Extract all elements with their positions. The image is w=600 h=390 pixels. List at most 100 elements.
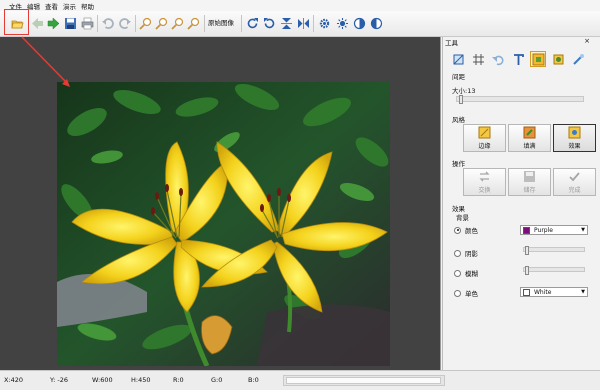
toolbar-divider [135,15,136,32]
effect-icon [553,54,563,64]
done-button[interactable]: 完成 [553,168,596,196]
radio-color-label: 颜色 [465,227,478,235]
watermark-icon [572,53,584,65]
panel-close-button[interactable]: × [584,37,590,45]
edge-icon [478,126,491,139]
zoom-fit-button[interactable] [169,15,185,31]
toolbar-divider [313,15,314,32]
fill-icon [523,126,536,139]
color-dropdown[interactable]: Purple ▼ [520,225,588,235]
toolbar-divider [204,15,205,32]
style-heading: 风格 [452,116,465,124]
contrast-button[interactable] [351,15,367,31]
previous-image-button[interactable] [29,15,45,31]
redo-icon [118,17,131,29]
size-label: 大小:13 [452,87,476,95]
chevron-down-icon: ▼ [581,227,585,233]
undo-button[interactable] [100,15,116,31]
status-x: X:420 [4,376,24,384]
contrast-icon [353,17,365,29]
crop-icon [453,54,463,64]
magnifier-minus-icon [154,17,167,30]
redo-button[interactable] [116,15,132,31]
printer-icon [81,17,93,29]
rotate-left-button[interactable] [261,15,277,31]
radio-mono[interactable]: 单色 [454,288,478,298]
done-label: 完成 [568,187,581,194]
effect-label: 效果 [568,143,581,150]
arrow-right-icon [47,16,59,30]
image-canvas[interactable] [0,37,441,370]
blur-slider[interactable] [523,266,585,275]
swap-icon [479,171,490,182]
store-button[interactable]: 储存 [508,168,551,196]
magic-wand-icon [568,126,581,139]
radio-shadow-dot[interactable] [454,249,461,257]
flip-vertical-button[interactable] [278,15,294,31]
highlight-box [4,9,29,35]
radio-blur[interactable]: 模糊 [454,268,478,278]
fill-button[interactable]: 填满 [508,124,551,152]
status-y: Y: -26 [50,376,68,384]
rotate-cw-icon [247,17,258,28]
effect-tool[interactable] [550,51,566,67]
radio-shadow[interactable]: 阴影 [454,248,478,258]
tool-panel: 工具 × 间距 大小:13 风格 边缘 填满 效果 操作 交换 储存 完成 效果… [442,37,600,370]
menu-help[interactable]: 帮助 [81,1,94,11]
radio-blur-dot[interactable] [454,269,461,277]
mono-color-dropdown[interactable]: White ▼ [520,287,588,297]
grid-tool[interactable] [470,51,486,67]
flip-horizontal-button[interactable] [295,15,311,31]
status-width: W:600 [92,376,113,384]
operations-button-row: 交换 储存 完成 [463,168,596,196]
radio-color-dot[interactable] [454,226,461,234]
horizontal-scrollbar[interactable] [283,375,445,386]
magnifier-actual-icon [186,17,199,30]
toolbar: 原始图像 [0,11,600,37]
text-tool[interactable] [510,51,526,67]
color-swatch [523,226,530,234]
original-image-button[interactable]: 原始图像 [208,17,234,30]
swap-label: 交换 [478,187,491,194]
menu-slideshow[interactable]: 演示 [63,1,76,11]
checkmark-icon [569,172,580,182]
next-image-button[interactable] [45,15,61,31]
magnifier-fit-icon [170,17,183,30]
radio-color[interactable]: 颜色 [454,225,478,235]
style-button-row: 边缘 填满 效果 [463,124,596,152]
scrollbar-thumb[interactable] [286,377,441,384]
shadow-slider[interactable] [523,246,585,255]
print-button[interactable] [79,15,95,31]
shadow-slider-thumb[interactable] [525,246,529,255]
frame-icon [532,53,544,65]
zoom-actual-button[interactable] [185,15,201,31]
fill-label: 填满 [523,143,536,150]
rotate-right-button[interactable] [244,15,260,31]
radio-mono-dot[interactable] [454,289,461,297]
size-slider-thumb[interactable] [459,95,463,104]
save-disk-icon [524,171,535,182]
crop-tool[interactable] [450,51,466,67]
frame-tool[interactable] [530,51,546,67]
swap-button[interactable]: 交换 [463,168,506,196]
save-button[interactable] [62,15,78,31]
blur-slider-thumb[interactable] [525,266,529,275]
settings-button[interactable] [316,15,332,31]
toolbar-divider [241,15,242,32]
zoom-out-button[interactable] [153,15,169,31]
size-slider[interactable] [456,95,584,104]
brightness-button[interactable] [334,15,350,31]
status-bar: X:420 Y: -26 W:600 H:450 R:0 G:0 B:0 [0,370,600,390]
status-height: H:450 [131,376,151,384]
magnifier-plus-icon [138,17,151,30]
grayscale-button[interactable] [368,15,384,31]
menu-view[interactable]: 查看 [45,1,58,11]
color-dropdown-value: Purple [534,226,553,234]
zoom-in-button[interactable] [137,15,153,31]
half-circle-icon [370,17,382,29]
tool-icon-row [445,50,599,68]
edge-button[interactable]: 边缘 [463,124,506,152]
watermark-tool[interactable] [570,51,586,67]
effect-button[interactable]: 效果 [553,124,596,152]
undo-tool[interactable] [490,51,506,67]
